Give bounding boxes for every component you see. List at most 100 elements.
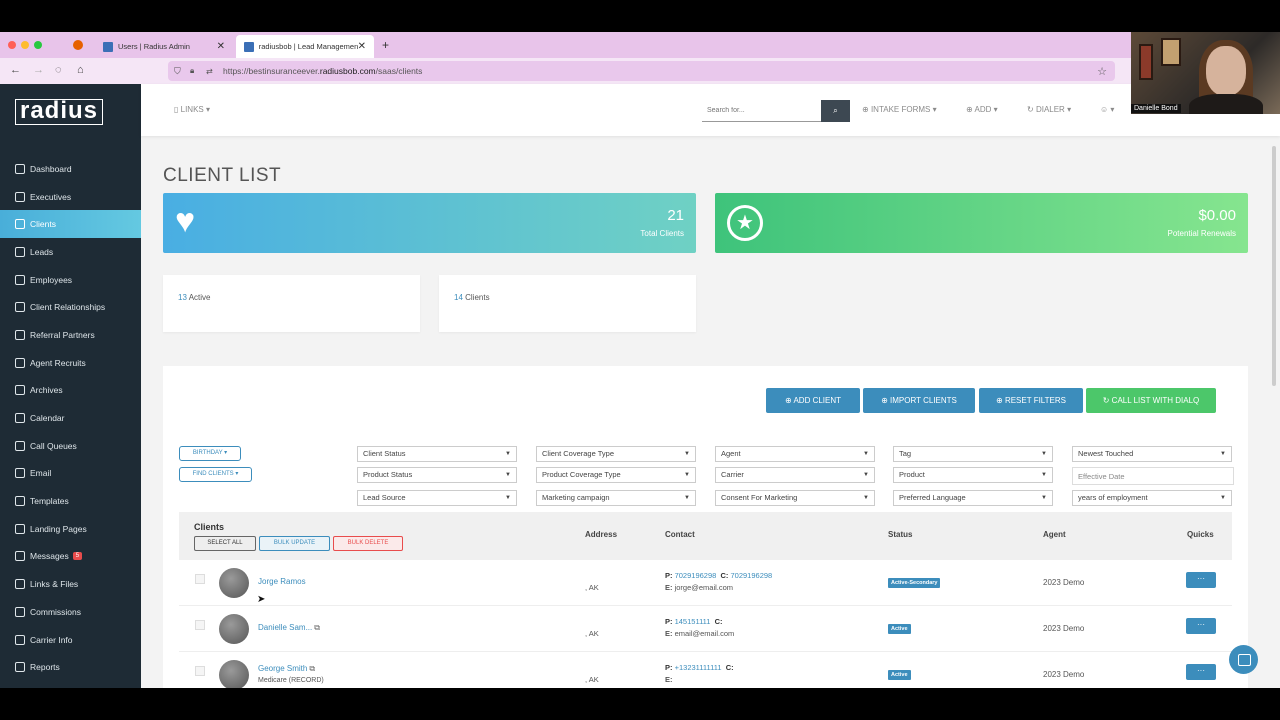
maximize-window-icon[interactable] [34, 41, 42, 49]
bulk-update-button[interactable]: BULK UPDATE [259, 536, 330, 551]
search-button[interactable]: ⌕ [821, 100, 850, 122]
tab-users-radius-admin[interactable]: Users | Radius Admin ✕ [95, 35, 233, 58]
row-checkbox[interactable] [195, 666, 205, 676]
sidebar-item-messages[interactable]: Messages 5 [0, 543, 141, 571]
phone-link[interactable]: +13231111111 [675, 663, 722, 672]
active-card[interactable]: 13 Active [163, 275, 420, 332]
video-call-overlay: Danielle Bond [1131, 32, 1280, 114]
sidebar-item-archives[interactable]: Archives [0, 377, 141, 405]
column-agent[interactable]: Agent [1043, 530, 1066, 539]
add-client-button[interactable]: ⊕ ADD CLIENT [766, 388, 860, 413]
call-list-button[interactable]: ↻ CALL LIST WITH DIALQ [1086, 388, 1216, 413]
user-menu[interactable]: ☺ ▾ [1100, 105, 1114, 114]
marketing-campaign-select[interactable]: Marketing campaign ▼ [536, 490, 696, 506]
sidebar-item-landing-pages[interactable]: Landing Pages [0, 515, 141, 543]
sort-select[interactable]: Newest Touched ▼ [1072, 446, 1232, 462]
consent-marketing-select[interactable]: Consent For Marketing ▼ [715, 490, 875, 506]
forward-icon[interactable]: → [33, 64, 44, 76]
product-select[interactable]: Product ▼ [893, 467, 1053, 483]
avatar [219, 614, 249, 644]
sidebar-item-commissions[interactable]: Commissions [0, 598, 141, 626]
reset-filters-button[interactable]: ⊕ RESET FILTERS [979, 388, 1083, 413]
clients-card[interactable]: 14 Clients [439, 275, 696, 332]
bookmark-star-icon[interactable]: ☆ [1097, 65, 1107, 78]
tab-lead-management[interactable]: radiusbob | Lead Management ✕ [236, 35, 374, 58]
preferred-language-select[interactable]: Preferred Language ▼ [893, 490, 1053, 506]
bulk-delete-button[interactable]: BULK DELETE [333, 536, 403, 551]
quick-actions-button[interactable]: ··· [1186, 572, 1216, 588]
minimize-window-icon[interactable] [21, 41, 29, 49]
sidebar-item-links-files[interactable]: Links & Files [0, 570, 141, 598]
home-icon[interactable]: ⌂ [77, 64, 84, 76]
client-coverage-type-select[interactable]: Client Coverage Type ▼ [536, 446, 696, 462]
links-menu[interactable]: ▯ LINKS ▾ [174, 105, 210, 114]
sidebar-item-referral-partners[interactable]: Referral Partners [0, 321, 141, 349]
radius-logo[interactable]: radius [15, 99, 103, 125]
sidebar-item-calendar[interactable]: Calendar [0, 404, 141, 432]
product-status-select[interactable]: Product Status ▼ [357, 467, 517, 483]
birthday-button[interactable]: BIRTHDAY ▾ [179, 446, 241, 461]
row-checkbox[interactable] [195, 620, 205, 630]
sidebar-item-call-queues[interactable]: Call Queues [0, 432, 141, 460]
column-address[interactable]: Address [585, 530, 617, 539]
sidebar-item-carrier-info[interactable]: Carrier Info [0, 626, 141, 654]
import-clients-button[interactable]: ⊕ IMPORT CLIENTS [863, 388, 975, 413]
select-all-button[interactable]: SELECT ALL [194, 536, 256, 551]
sidebar-item-reports[interactable]: Reports [0, 653, 141, 681]
intake-forms-menu[interactable]: ⊕ INTAKE FORMS ▾ [862, 105, 937, 114]
client-name-link[interactable]: Jorge Ramos [258, 577, 306, 586]
dialer-menu[interactable]: ↻ DIALER ▾ [1027, 105, 1071, 114]
lead-source-select[interactable]: Lead Source ▼ [357, 490, 517, 506]
quick-actions-button[interactable]: ··· [1186, 618, 1216, 634]
cell-link[interactable]: 7029196298 [731, 571, 773, 580]
new-tab-icon[interactable]: + [382, 38, 389, 52]
star-icon: ★ [727, 205, 763, 241]
product-coverage-type-select[interactable]: Product Coverage Type ▼ [536, 467, 696, 483]
clients-label: Clients [465, 293, 490, 302]
scrollbar-thumb[interactable] [1272, 146, 1276, 386]
page-scrollbar[interactable] [1272, 136, 1278, 688]
sidebar-item-label: Templates [30, 496, 69, 507]
years-employment-select[interactable]: years of employment ▼ [1072, 490, 1232, 506]
sidebar-item-agent-recruits[interactable]: Agent Recruits [0, 349, 141, 377]
row-checkbox[interactable] [195, 574, 205, 584]
column-contact[interactable]: Contact [665, 530, 695, 539]
back-icon[interactable]: ← [10, 64, 21, 76]
sidebar-item-email[interactable]: Email [0, 460, 141, 488]
add-menu[interactable]: ⊕ ADD ▾ [966, 105, 998, 114]
sidebar-item-executives[interactable]: Executives [0, 183, 141, 211]
client-name-link[interactable]: George Smith ⧉ [258, 664, 315, 674]
client-status-select[interactable]: Client Status ▼ [357, 446, 517, 462]
client-address: , AK [585, 629, 599, 638]
sidebar-item-leads[interactable]: Leads [0, 238, 141, 266]
quick-actions-button[interactable]: ··· [1186, 664, 1216, 680]
find-clients-button[interactable]: FIND CLIENTS ▾ [179, 467, 252, 482]
close-tab-icon[interactable]: ✕ [217, 41, 225, 52]
close-tab-icon[interactable]: ✕ [358, 41, 366, 52]
loading-icon[interactable]: ◌ [55, 64, 62, 76]
sidebar-item-clients[interactable]: Clients [0, 210, 141, 239]
carrier-select[interactable]: Carrier ▼ [715, 467, 875, 483]
effective-date-input[interactable]: Effective Date [1072, 467, 1234, 485]
sidebar-item-dashboard[interactable]: Dashboard [0, 155, 141, 183]
sidebar-item-templates[interactable]: Templates [0, 487, 141, 515]
firefox-icon[interactable] [73, 40, 83, 50]
address-bar[interactable]: ⛉ 🔒︎ ⇄ https://bestinsuranceever.radiusb… [168, 61, 1115, 81]
search-input[interactable] [702, 100, 821, 122]
email-text[interactable]: email@email.com [675, 629, 735, 638]
lock-icon[interactable]: 🔒︎ [190, 66, 194, 76]
sidebar-item-client-relationships[interactable]: Client Relationships [0, 293, 141, 321]
sidebar-item-employees[interactable]: Employees [0, 266, 141, 294]
chat-icon[interactable] [1229, 645, 1258, 674]
phone-link[interactable]: 145151111 [675, 617, 711, 626]
email-text[interactable]: jorge@email.com [675, 583, 733, 592]
phone-link[interactable]: 7029196298 [675, 571, 717, 580]
shield-icon[interactable]: ⛉ [174, 66, 181, 77]
agent-select[interactable]: Agent ▼ [715, 446, 875, 462]
renewals-label: Potential Renewals [1167, 229, 1236, 238]
column-status[interactable]: Status [888, 530, 912, 539]
close-window-icon[interactable] [8, 41, 16, 49]
permissions-icon[interactable]: ⇄ [206, 67, 213, 76]
client-name-link[interactable]: Danielle Sam... ⧉ [258, 623, 320, 633]
tag-select[interactable]: Tag ▼ [893, 446, 1053, 462]
